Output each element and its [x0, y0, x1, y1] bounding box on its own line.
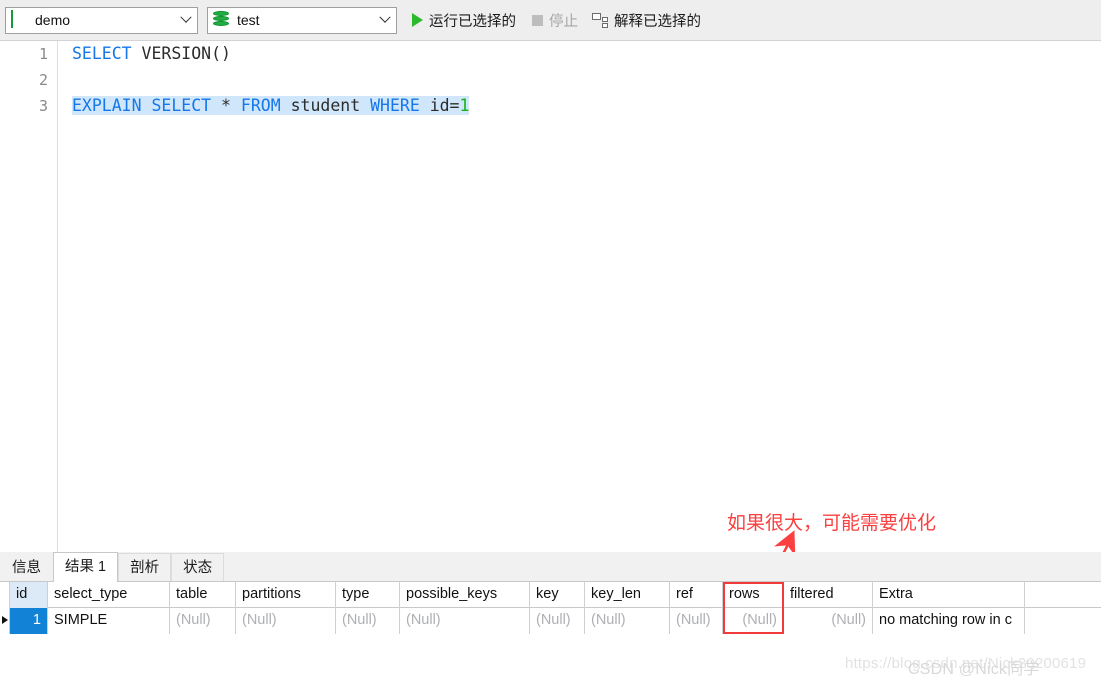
column-header-partitions[interactable]: partitions [236, 582, 336, 608]
column-header-Extra[interactable]: Extra [873, 582, 1025, 608]
run-selected-button[interactable]: 运行已选择的 [408, 6, 519, 34]
stop-label: 停止 [549, 13, 578, 30]
code-token: * [221, 96, 231, 115]
cell-partitions[interactable]: (Null) [236, 608, 336, 634]
play-icon [412, 13, 423, 27]
column-header-table[interactable]: table [170, 582, 236, 608]
code-token: VERSION() [141, 44, 231, 63]
code-token: FROM [240, 96, 281, 115]
cell-Extra[interactable]: no matching row in c [873, 608, 1025, 634]
code-line[interactable] [59, 67, 1101, 93]
column-header-ref[interactable]: ref [670, 582, 723, 608]
database-select-value: test [237, 12, 260, 28]
row-indicator [0, 608, 10, 634]
column-header-rows[interactable]: rows [723, 582, 784, 608]
cell-filtered[interactable]: (Null) [784, 608, 873, 634]
connection-select-value: demo [35, 12, 71, 28]
line-number: 1 [38, 45, 48, 63]
cell-rows[interactable]: (Null) [723, 608, 784, 634]
code-token: student [290, 96, 361, 115]
code-line[interactable]: EXPLAIN SELECT * FROM student WHERE id=1 [59, 93, 1101, 119]
column-header-id[interactable]: id [10, 582, 48, 608]
results-tab[interactable]: 状态 [171, 553, 225, 581]
sql-editor[interactable]: 1 2 3 SELECT VERSION() EXPLAIN SELECT * FRO… [0, 41, 1101, 552]
column-header-select_type[interactable]: select_type [48, 582, 170, 608]
code-token: id= [429, 96, 460, 115]
column-header-filtered[interactable]: filtered [784, 582, 873, 608]
cell-possible_keys[interactable]: (Null) [400, 608, 530, 634]
cell-table[interactable]: (Null) [170, 608, 236, 634]
row-header-corner [0, 582, 10, 608]
column-header-key[interactable]: key [530, 582, 585, 608]
cell-id[interactable]: 1 [10, 608, 48, 634]
cell-type[interactable]: (Null) [336, 608, 400, 634]
explain-selected-label: 解释已选择的 [614, 13, 701, 30]
column-header-possible_keys[interactable]: possible_keys [400, 582, 530, 608]
line-number: 2 [38, 71, 48, 89]
column-header-key_len[interactable]: key_len [585, 582, 670, 608]
database-select[interactable]: test [207, 6, 397, 34]
line-number-gutter: 1 2 3 [0, 41, 58, 552]
selected-code-text: EXPLAIN SELECT * FROM student WHERE id=1 [72, 96, 470, 115]
cell-select_type[interactable]: SIMPLE [48, 608, 170, 634]
chevron-down-icon[interactable] [175, 8, 197, 33]
explain-icon [592, 12, 609, 28]
watermark: https://blog.csdn.net/Nick20200619 CSDN … [845, 655, 1101, 679]
code-token: EXPLAIN [72, 96, 142, 115]
run-selected-label: 运行已选择的 [429, 13, 516, 30]
sql-code-area[interactable]: SELECT VERSION() EXPLAIN SELECT * FROM st… [59, 41, 1101, 552]
code-token: 1 [459, 96, 470, 115]
code-token: SELECT [72, 44, 132, 63]
toolbar: demo test 运行已选择的 停止 解释已选择的 [0, 0, 1101, 41]
results-tab[interactable]: 剖析 [118, 553, 172, 581]
database-icon [213, 11, 231, 29]
connection-icon [11, 10, 29, 29]
results-tab-bar: 信息 结果 1 剖析 状态 [0, 552, 1101, 582]
watermark-label: CSDN @Nick同学 [908, 661, 1040, 678]
code-line[interactable]: SELECT VERSION() [59, 41, 1101, 67]
navicat-query-editor-window: demo test 运行已选择的 停止 解释已选择的 1 2 3 SELECT VE… [0, 0, 1101, 684]
code-token: SELECT [151, 96, 212, 115]
stop-button[interactable]: 停止 [528, 6, 581, 34]
code-token: WHERE [370, 96, 420, 115]
cell-key_len[interactable]: (Null) [585, 608, 670, 634]
code-text: SELECT VERSION() [72, 44, 231, 63]
line-number: 3 [38, 97, 48, 115]
results-tab[interactable]: 结果 1 [53, 552, 119, 582]
chevron-down-icon[interactable] [374, 8, 396, 33]
stop-icon [532, 14, 543, 26]
table-row[interactable]: 1 SIMPLE (Null) (Null) (Null) (Null) (Null) (Nu… [0, 608, 1101, 634]
column-header-type[interactable]: type [336, 582, 400, 608]
annotation-text: 如果很大，可能需要优化 [727, 512, 937, 534]
explain-selected-button[interactable]: 解释已选择的 [588, 6, 704, 34]
cell-ref[interactable]: (Null) [670, 608, 723, 634]
cell-key[interactable]: (Null) [530, 608, 585, 634]
connection-select[interactable]: demo [5, 6, 198, 34]
grid-header-row: id select_type table partitions type possible… [0, 582, 1101, 608]
results-tab[interactable]: 信息 [0, 553, 53, 581]
